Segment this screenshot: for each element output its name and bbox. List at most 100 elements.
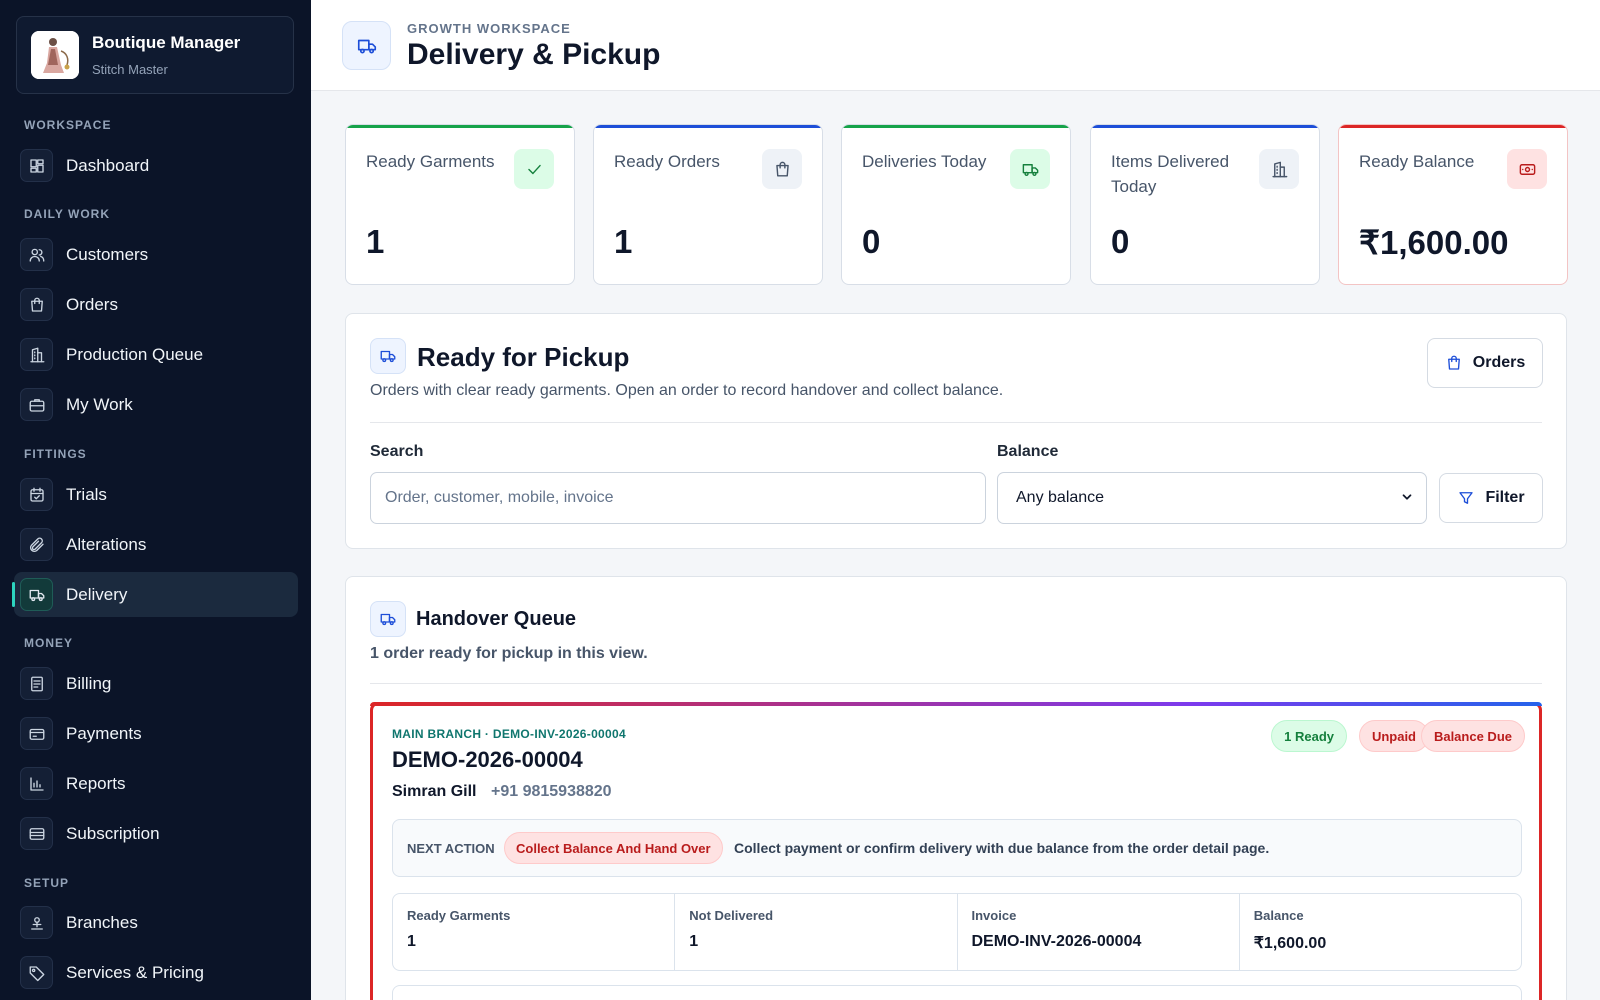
landmark-icon [20,906,53,939]
search-input[interactable] [370,472,986,524]
tag-icon [20,956,53,989]
page-overline: GROWTH WORKSPACE [407,21,571,36]
section-workspace: WORKSPACE [24,118,112,132]
sidebar-item-reports[interactable]: Reports [14,761,298,806]
building-icon [1259,149,1299,189]
brand-card[interactable]: Boutique Manager Stitch Master [16,16,294,94]
search-label: Search [370,443,424,460]
stat-value: ₹1,600.00 [1359,224,1509,261]
card-accent-bar [1339,125,1567,128]
sidebar-item-customers[interactable]: Customers [14,232,298,277]
detail-label: Not Delivered [689,908,774,923]
status-badge-ready: 1 Ready [1271,720,1347,752]
stat-label: Items Delivered Today [1111,152,1230,196]
filter-button[interactable]: Filter [1439,473,1543,523]
queue-title: Handover Queue [416,608,577,630]
sidebar-item-production-queue[interactable]: Production Queue [14,332,298,377]
order-card-accent [370,702,1542,706]
calendar-check-icon [20,478,53,511]
stat-value: 1 [366,223,385,260]
shopping-bag-icon [1447,355,1460,370]
balance-label: Balance [997,443,1059,460]
orders-button-label: Orders [1472,354,1526,371]
detail-not-delivered: Not Delivered 1 [675,894,958,970]
order-details-grid: Ready Garments 1 Not Delivered 1 Invoice… [392,893,1522,971]
stat-value: 0 [862,223,881,260]
detail-label: Invoice [971,908,1017,923]
sidebar-item-alterations[interactable]: Alterations [14,522,298,567]
balance-select[interactable]: Any balance [997,472,1427,524]
divider [370,422,1542,423]
credit-card-icon [20,717,53,750]
orders-button[interactable]: Orders [1427,338,1543,388]
status-badge-unpaid: Unpaid [1358,720,1429,752]
section-daily-work: DAILY WORK [24,207,111,221]
sidebar-item-label: Branches [66,912,138,932]
stat-card-ready-orders: Ready Orders 1 [593,124,823,285]
sidebar-item-label: Payments [66,723,142,743]
filter-button-label: Filter [1485,489,1525,506]
sidebar-item-trials[interactable]: Trials [14,472,298,517]
bar-chart-icon [20,767,53,800]
users-icon [20,238,53,271]
section-money: MONEY [24,636,74,650]
sidebar-item-subscription[interactable]: Subscription [14,811,298,856]
building-icon [20,338,53,371]
queue-subtitle: 1 order ready for pickup in this view. [370,645,648,662]
order-card[interactable]: MAIN BRANCH · DEMO-INV-2026-00004 DEMO-2… [370,702,1542,1000]
sidebar-item-label: Production Queue [66,344,204,364]
filter-icon [1459,492,1474,504]
sidebar-item-label: Services & Pricing [66,962,204,982]
briefcase-icon [20,388,53,421]
sidebar-item-billing[interactable]: Billing [14,661,298,706]
stat-card-ready-garments: Ready Garments 1 [345,124,575,285]
card-accent-bar [1091,125,1319,128]
next-action-text: Collect payment or confirm delivery with… [734,840,1270,856]
sidebar-item-payments[interactable]: Payments [14,711,298,756]
sidebar-item-my-work[interactable]: My Work [14,382,298,427]
sidebar-item-branches[interactable]: Branches [14,900,298,945]
sidebar-item-label: Dashboard [66,155,150,175]
detail-ready-garments: Ready Garments 1 [393,894,676,970]
app-subtitle: Stitch Master [92,62,168,77]
truck-icon [370,601,406,637]
detail-value: 1 [407,933,416,950]
next-action-box: NEXT ACTION Collect Balance And Hand Ove… [392,819,1522,877]
subscription-card-icon [20,817,53,850]
stat-card-deliveries-today: Deliveries Today 0 [841,124,1071,285]
sidebar-item-services-pricing[interactable]: Services & Pricing [14,950,298,995]
sidebar-item-delivery[interactable]: Delivery [12,572,298,617]
sidebar-item-label: Trials [66,484,107,504]
paperclip-icon [20,528,53,561]
shopping-bag-icon [762,149,802,189]
sidebar-item-dashboard[interactable]: Dashboard [14,143,298,188]
sidebar-item-label: Customers [66,244,149,264]
receipt-icon [20,667,53,700]
order-meta: MAIN BRANCH · DEMO-INV-2026-00004 [392,727,626,741]
truck-icon [1010,149,1050,189]
panel-description: Orders with clear ready garments. Open a… [370,382,1004,399]
app-name: Boutique Manager [92,33,241,52]
boutique-logo [31,31,79,79]
sidebar-item-orders[interactable]: Orders [14,282,298,327]
order-number[interactable]: DEMO-2026-00004 [392,747,583,773]
customer-phone: +91 9815938820 [491,783,612,800]
detail-balance: Balance ₹1,600.00 [1240,894,1521,970]
dashboard-icon [20,149,53,182]
balance-select-value: Any balance [1016,489,1105,506]
order-actions-row [392,985,1522,1000]
sidebar-item-label: Reports [66,773,126,793]
stat-card-ready-balance: Ready Balance ₹1,600.00 [1338,124,1568,285]
detail-value: 1 [689,933,699,950]
sidebar-item-label: Delivery [66,584,128,604]
shopping-bag-icon [20,288,53,321]
stat-value: 0 [1111,223,1130,260]
detail-value: ₹1,600.00 [1253,935,1327,952]
truck-icon [342,21,391,70]
next-action-pill: Collect Balance And Hand Over [504,832,723,864]
sidebar-item-label: My Work [66,394,133,414]
customer-name: Simran Gill [392,783,477,800]
detail-label: Balance [1253,908,1304,923]
sidebar-item-label: Subscription [66,823,160,843]
check-icon [514,149,554,189]
